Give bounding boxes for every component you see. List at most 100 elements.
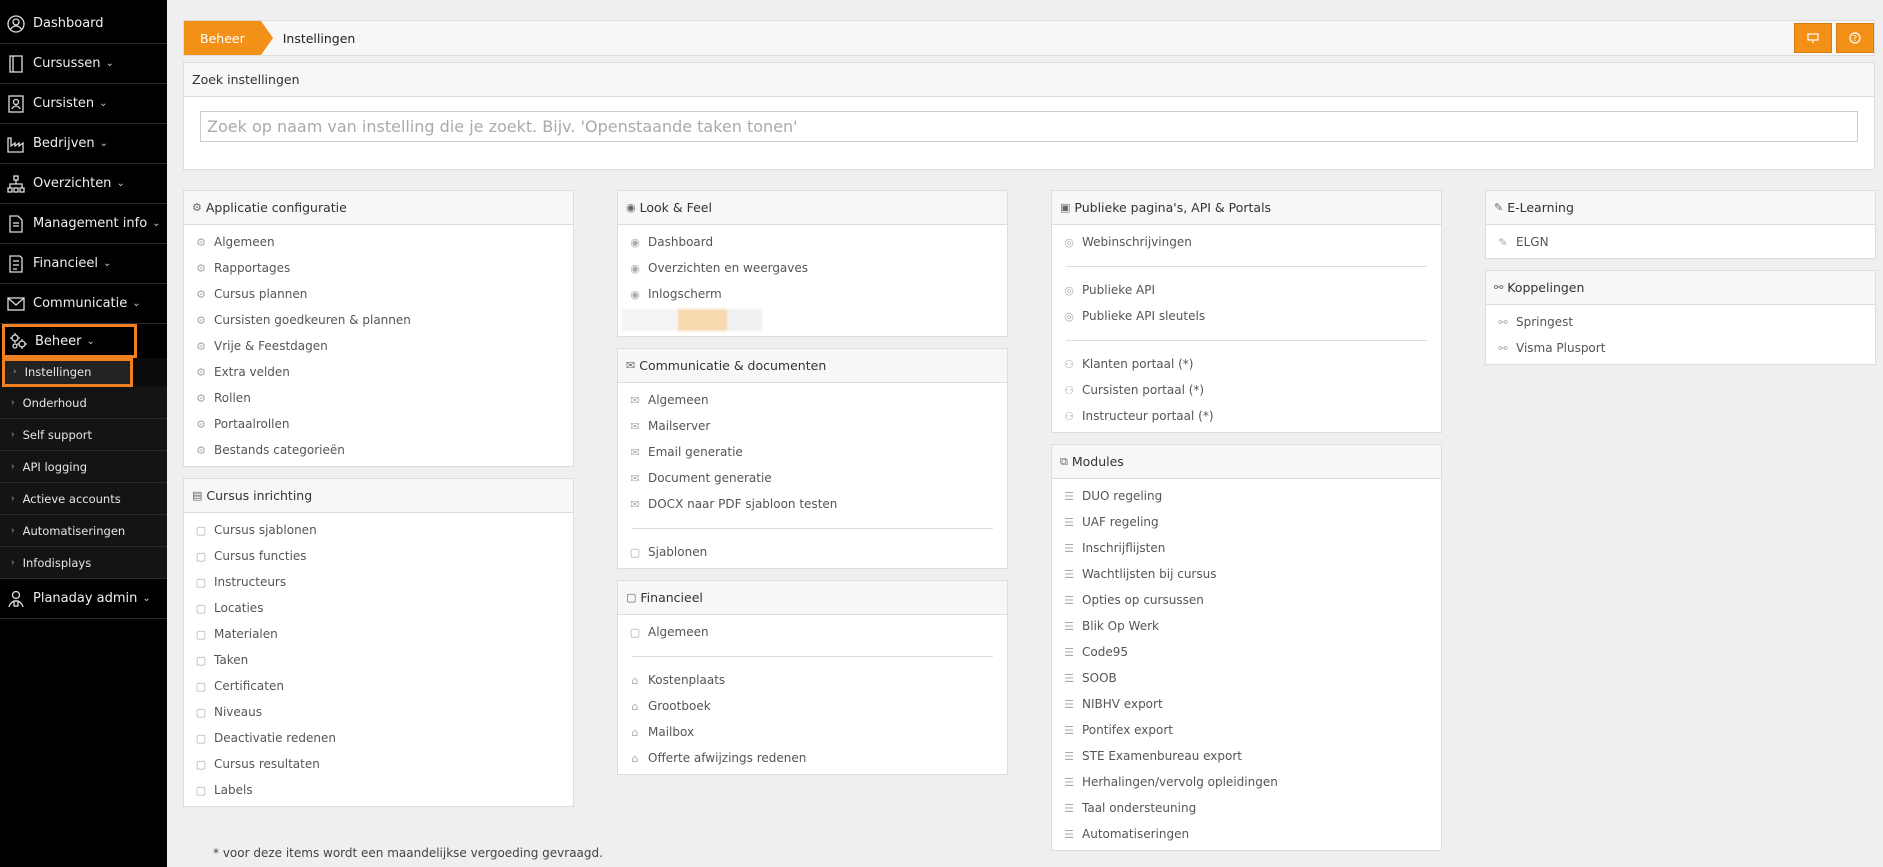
search-input[interactable] (200, 111, 1858, 142)
settings-link[interactable]: ☰ DUO regeling (1052, 483, 1441, 509)
nav-item-cursussen[interactable]: Cursussen ⌄ (0, 44, 167, 84)
settings-link[interactable]: ⚇ Klanten portaal (*) (1052, 351, 1441, 377)
settings-link[interactable]: ⌂ Offerte afwijzings redenen (618, 745, 1007, 771)
settings-link[interactable]: ⚯ Visma Plusport (1486, 335, 1875, 361)
settings-link[interactable]: ⚙ Rollen (184, 385, 573, 411)
submenu-item-automatiseringen[interactable]: › Automatiseringen (0, 515, 167, 547)
settings-link[interactable]: ☰ Herhalingen/vervolg opleidingen (1052, 769, 1441, 795)
settings-link[interactable]: ▢ Niveaus (184, 699, 573, 725)
settings-link[interactable]: ☰ Inschrijflijsten (1052, 535, 1441, 561)
settings-link[interactable]: ⚙ Portaalrollen (184, 411, 573, 437)
settings-link[interactable]: ⌂ Kostenplaats (618, 667, 1007, 693)
settings-link[interactable]: ▢ Algemeen (618, 619, 1007, 645)
settings-link-label: ELGN (1516, 235, 1549, 249)
settings-link[interactable]: ◎ Publieke API (1052, 277, 1441, 303)
settings-link[interactable]: ▢ Cursus resultaten (184, 751, 573, 777)
settings-link[interactable]: ✉ Algemeen (618, 387, 1007, 413)
gear-icon: ⚙ (196, 443, 206, 457)
settings-link[interactable]: ⚙ Vrije & Feestdagen (184, 333, 573, 359)
settings-link-label: Sjablonen (648, 545, 708, 559)
submenu-item-self-support[interactable]: › Self support (0, 419, 167, 451)
settings-link[interactable]: ▢ Materialen (184, 621, 573, 647)
nav-item-communicatie[interactable]: Communicatie ⌄ (0, 284, 167, 324)
submenu-item-actieve-accounts[interactable]: › Actieve accounts (0, 483, 167, 515)
settings-link[interactable]: ☰ Automatiseringen (1052, 821, 1441, 847)
settings-link-label: Cursus sjablonen (214, 523, 317, 537)
settings-link[interactable]: ◉ Inlogscherm (618, 281, 1007, 307)
divider (1066, 266, 1427, 267)
settings-link[interactable]: ◉ Dashboard (618, 229, 1007, 255)
settings-link[interactable]: ☰ Pontifex export (1052, 717, 1441, 743)
breadcrumb-beheer[interactable]: Beheer (184, 21, 273, 55)
settings-link[interactable]: ⚙ Extra velden (184, 359, 573, 385)
nav-item-management-info[interactable]: Management info ⌄ (0, 204, 167, 244)
settings-link[interactable]: ☰ UAF regeling (1052, 509, 1441, 535)
settings-link[interactable]: ◎ Webinschrijvingen (1052, 229, 1441, 255)
settings-link[interactable]: ☰ Wachtlijsten bij cursus (1052, 561, 1441, 587)
settings-link[interactable]: ✎ ELGN (1486, 229, 1875, 255)
gear-icon: ⚙ (196, 235, 206, 249)
submenu-item-api-logging[interactable]: › API logging (0, 451, 167, 483)
settings-link[interactable]: ⚙ Algemeen (184, 229, 573, 255)
presentation-button[interactable] (1794, 23, 1832, 53)
panel-applicatie: ⚙ Applicatie configuratie ⚙ Algemeen ⚙ Rappor… (183, 190, 574, 467)
settings-link[interactable]: ⚙ Cursus plannen (184, 281, 573, 307)
search-panel-title: Zoek instellingen (184, 63, 1874, 97)
settings-link[interactable]: ☰ Blik Op Werk (1052, 613, 1441, 639)
settings-link[interactable]: ▢ Instructeurs (184, 569, 573, 595)
nav-item-cursisten[interactable]: Cursisten ⌄ (0, 84, 167, 124)
settings-link[interactable]: ◉ Overzichten en weergaves (618, 255, 1007, 281)
settings-link[interactable]: ☰ STE Examenbureau export (1052, 743, 1441, 769)
submenu-item-instellingen[interactable]: › Instellingen (2, 358, 133, 387)
nav-item-dashboard[interactable]: Dashboard (0, 4, 167, 44)
settings-link[interactable]: ⚇ Instructeur portaal (*) (1052, 403, 1441, 429)
settings-link[interactable]: ▢ Taken (184, 647, 573, 673)
help-button[interactable]: ? (1836, 23, 1874, 53)
settings-link[interactable]: ✉ Document generatie (618, 465, 1007, 491)
settings-link[interactable]: ▢ Cursus functies (184, 543, 573, 569)
settings-link[interactable]: ▢ Deactivatie redenen (184, 725, 573, 751)
contact-card-icon (8, 94, 24, 113)
settings-link[interactable]: ⚇ Cursisten portaal (*) (1052, 377, 1441, 403)
settings-link[interactable]: ✉ Email generatie (618, 439, 1007, 465)
nav-item-bedrijven[interactable]: Bedrijven ⌄ (0, 124, 167, 164)
settings-link[interactable]: ⌂ Grootboek (618, 693, 1007, 719)
settings-link[interactable]: ◎ Publieke API sleutels (1052, 303, 1441, 329)
column-2: ◉ Look & Feel ◉ Dashboard ◉ Overzichten en we… (617, 190, 1008, 786)
submenu-item-onderhoud[interactable]: › Onderhoud (0, 387, 167, 419)
nav-item-overzichten[interactable]: Overzichten ⌄ (0, 164, 167, 204)
settings-link[interactable]: ▢ Certificaten (184, 673, 573, 699)
settings-link[interactable]: ☰ Code95 (1052, 639, 1441, 665)
nav-item-beheer[interactable]: Beheer ⌄ (2, 324, 137, 358)
settings-link[interactable]: ⌂ Mailbox (618, 719, 1007, 745)
settings-link[interactable]: ▢ Locaties (184, 595, 573, 621)
presentation-icon (1807, 33, 1819, 43)
settings-link[interactable]: ▢ Sjablonen (618, 539, 1007, 565)
settings-link[interactable]: ▢ Labels (184, 777, 573, 803)
nav-item-financieel[interactable]: Financieel ⌄ (0, 244, 167, 284)
breadcrumb-current: Instellingen (282, 30, 356, 46)
settings-link[interactable]: ☰ SOOB (1052, 665, 1441, 691)
help-icon: ? (1849, 32, 1861, 44)
gear-icon: ⚙ (196, 391, 206, 405)
settings-link[interactable]: ☰ NIBHV export (1052, 691, 1441, 717)
submenu-item-infodisplays[interactable]: › Infodisplays (0, 547, 167, 579)
nav-item-planaday-admin[interactable]: Planaday admin ⌄ (0, 579, 167, 619)
list-icon: ☰ (1064, 593, 1074, 607)
settings-link[interactable]: ☰ Taal ondersteuning (1052, 795, 1441, 821)
settings-link[interactable]: ⚙ Bestands categorieën (184, 437, 573, 463)
settings-link[interactable]: ▢ Cursus sjablonen (184, 517, 573, 543)
settings-link-label: Grootboek (648, 699, 711, 713)
settings-link-label: Deactivatie redenen (214, 731, 336, 745)
settings-link[interactable]: ⚙ Cursisten goedkeuren & plannen (184, 307, 573, 333)
chevron-right-icon: › (11, 397, 15, 408)
settings-link[interactable]: ✉ Mailserver (618, 413, 1007, 439)
svg-text:?: ? (1853, 34, 1857, 43)
settings-link[interactable]: ⚙ Rapportages (184, 255, 573, 281)
gear-icon: ⚙ (196, 339, 206, 353)
settings-link[interactable]: ⚯ Springest (1486, 309, 1875, 335)
settings-link-label: Labels (214, 783, 253, 797)
house-icon: ⌂ (631, 699, 639, 713)
settings-link[interactable]: ✉ DOCX naar PDF sjabloon testen (618, 491, 1007, 517)
settings-link[interactable]: ☰ Opties op cursussen (1052, 587, 1441, 613)
